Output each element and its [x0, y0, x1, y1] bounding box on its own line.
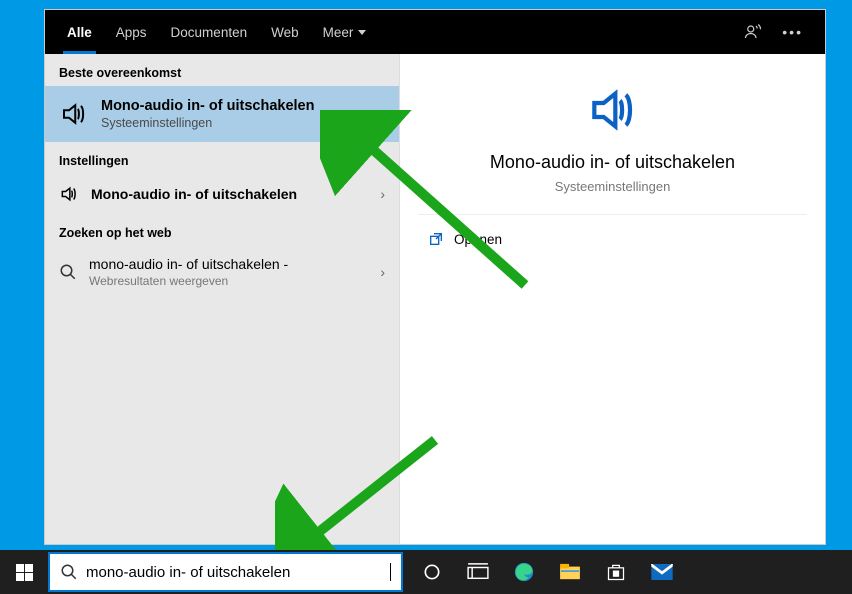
preview-title: Mono-audio in- of uitschakelen [490, 152, 735, 173]
result-title: Mono-audio in- of uitschakelen [101, 98, 314, 114]
open-action[interactable]: Openen [428, 231, 797, 247]
search-icon [60, 563, 78, 581]
result-title: Mono-audio in- of uitschakelen [91, 186, 297, 202]
tab-more[interactable]: Meer [311, 10, 379, 54]
ellipsis-icon[interactable]: ••• [782, 24, 803, 40]
chevron-right-icon: › [380, 186, 385, 202]
file-explorer-icon[interactable] [547, 550, 593, 594]
search-panel: Alle Apps Documenten Web Meer ••• Beste … [44, 9, 826, 545]
chevron-down-icon [358, 30, 366, 35]
section-best-match: Beste overeenkomst [45, 54, 399, 86]
microsoft-store-icon[interactable] [593, 550, 639, 594]
taskbar-search-box[interactable] [48, 552, 403, 592]
tab-web[interactable]: Web [259, 10, 311, 54]
chevron-right-icon: › [380, 264, 385, 280]
text-caret [390, 563, 391, 581]
results-left-pane: Beste overeenkomst Mono-audio in- of uit… [45, 54, 400, 544]
tab-apps[interactable]: Apps [104, 10, 159, 54]
edge-browser-icon[interactable] [501, 550, 547, 594]
section-settings: Instellingen [45, 142, 399, 174]
result-web-item[interactable]: mono-audio in- of uitschakelen - Webresu… [45, 246, 399, 298]
preview-subtitle: Systeeminstellingen [555, 179, 671, 194]
taskbar [0, 550, 852, 594]
cortana-icon[interactable] [409, 550, 455, 594]
result-settings-item[interactable]: Mono-audio in- of uitschakelen › [45, 174, 399, 214]
speaker-large-icon [581, 82, 645, 138]
result-subtitle: Webresultaten weergeven [89, 274, 288, 288]
search-input[interactable] [86, 564, 382, 581]
tab-documents[interactable]: Documenten [159, 10, 260, 54]
open-icon [428, 231, 444, 247]
taskbar-pinned-apps [409, 550, 685, 594]
search-tabs: Alle Apps Documenten Web Meer ••• [45, 10, 825, 54]
task-view-icon[interactable] [455, 550, 501, 594]
tab-all[interactable]: Alle [55, 10, 104, 54]
start-button[interactable] [0, 550, 48, 594]
windows-logo-icon [16, 564, 33, 581]
search-icon [59, 263, 77, 281]
preview-right-pane: Mono-audio in- of uitschakelen Systeemin… [400, 54, 825, 544]
speaker-icon [59, 184, 79, 204]
section-web: Zoeken op het web [45, 214, 399, 246]
result-subtitle: Systeeminstellingen [101, 116, 314, 130]
feedback-icon[interactable] [744, 23, 762, 41]
mail-icon[interactable] [639, 550, 685, 594]
open-label: Openen [454, 232, 502, 247]
result-best-match[interactable]: Mono-audio in- of uitschakelen Systeemin… [45, 86, 399, 142]
speaker-icon [59, 99, 89, 129]
result-title: mono-audio in- of uitschakelen - [89, 256, 288, 272]
